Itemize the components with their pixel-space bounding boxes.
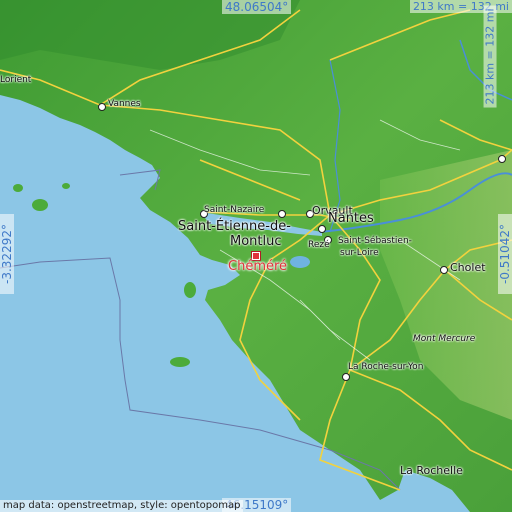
place-label-saint-nazaire: Saint-Nazaire	[204, 205, 265, 215]
place-label-nantes: Nantes	[328, 211, 374, 226]
la-roche-marker	[342, 373, 350, 381]
place-label-la-rochelle: La Rochelle	[400, 464, 463, 477]
nantes-east-marker	[498, 155, 506, 163]
place-label-reze: Rezé	[308, 240, 330, 250]
island	[184, 282, 196, 298]
map-canvas[interactable]: Lorient Vannes Saint-Nazaire Saint-Étien…	[0, 0, 512, 512]
scale-vertical: 213 km = 132 mi	[483, 5, 497, 108]
longitude-left-label: -3.32292°	[0, 214, 14, 294]
place-label-saint-etienne: Saint-Étienne-de-	[178, 219, 291, 234]
place-label-lorient: Lorient	[0, 75, 32, 85]
island	[62, 183, 70, 189]
highlight-label-chemere[interactable]: Chéméré	[228, 260, 287, 274]
saint-etienne-marker	[278, 210, 286, 218]
island	[13, 184, 23, 192]
place-label-sur-loire: sur-Loire	[340, 248, 379, 258]
place-label-saint-sebastien: Saint-Sébastien-	[338, 236, 412, 246]
lake	[290, 256, 310, 268]
vannes-marker	[98, 103, 106, 111]
place-label-cholet: Cholet	[450, 261, 486, 274]
island	[170, 357, 190, 367]
scale-horizontal: 213 km = 132 mi	[409, 0, 512, 13]
place-label-montluc: Montluc	[230, 234, 282, 249]
longitude-right-label: -0.51042°	[498, 214, 512, 294]
place-label-mont-mercure: Mont Mercure	[413, 334, 476, 344]
place-label-vannes: Vannes	[108, 99, 141, 109]
cholet-marker	[440, 266, 448, 274]
island	[32, 199, 48, 211]
map-attribution: map data: openstreetmap, style: opentopo…	[0, 500, 244, 512]
place-label-la-roche: La Roche-sur-Yon	[348, 362, 424, 372]
latitude-top-label: 48.06504°	[222, 0, 292, 14]
nantes-marker	[318, 225, 326, 233]
